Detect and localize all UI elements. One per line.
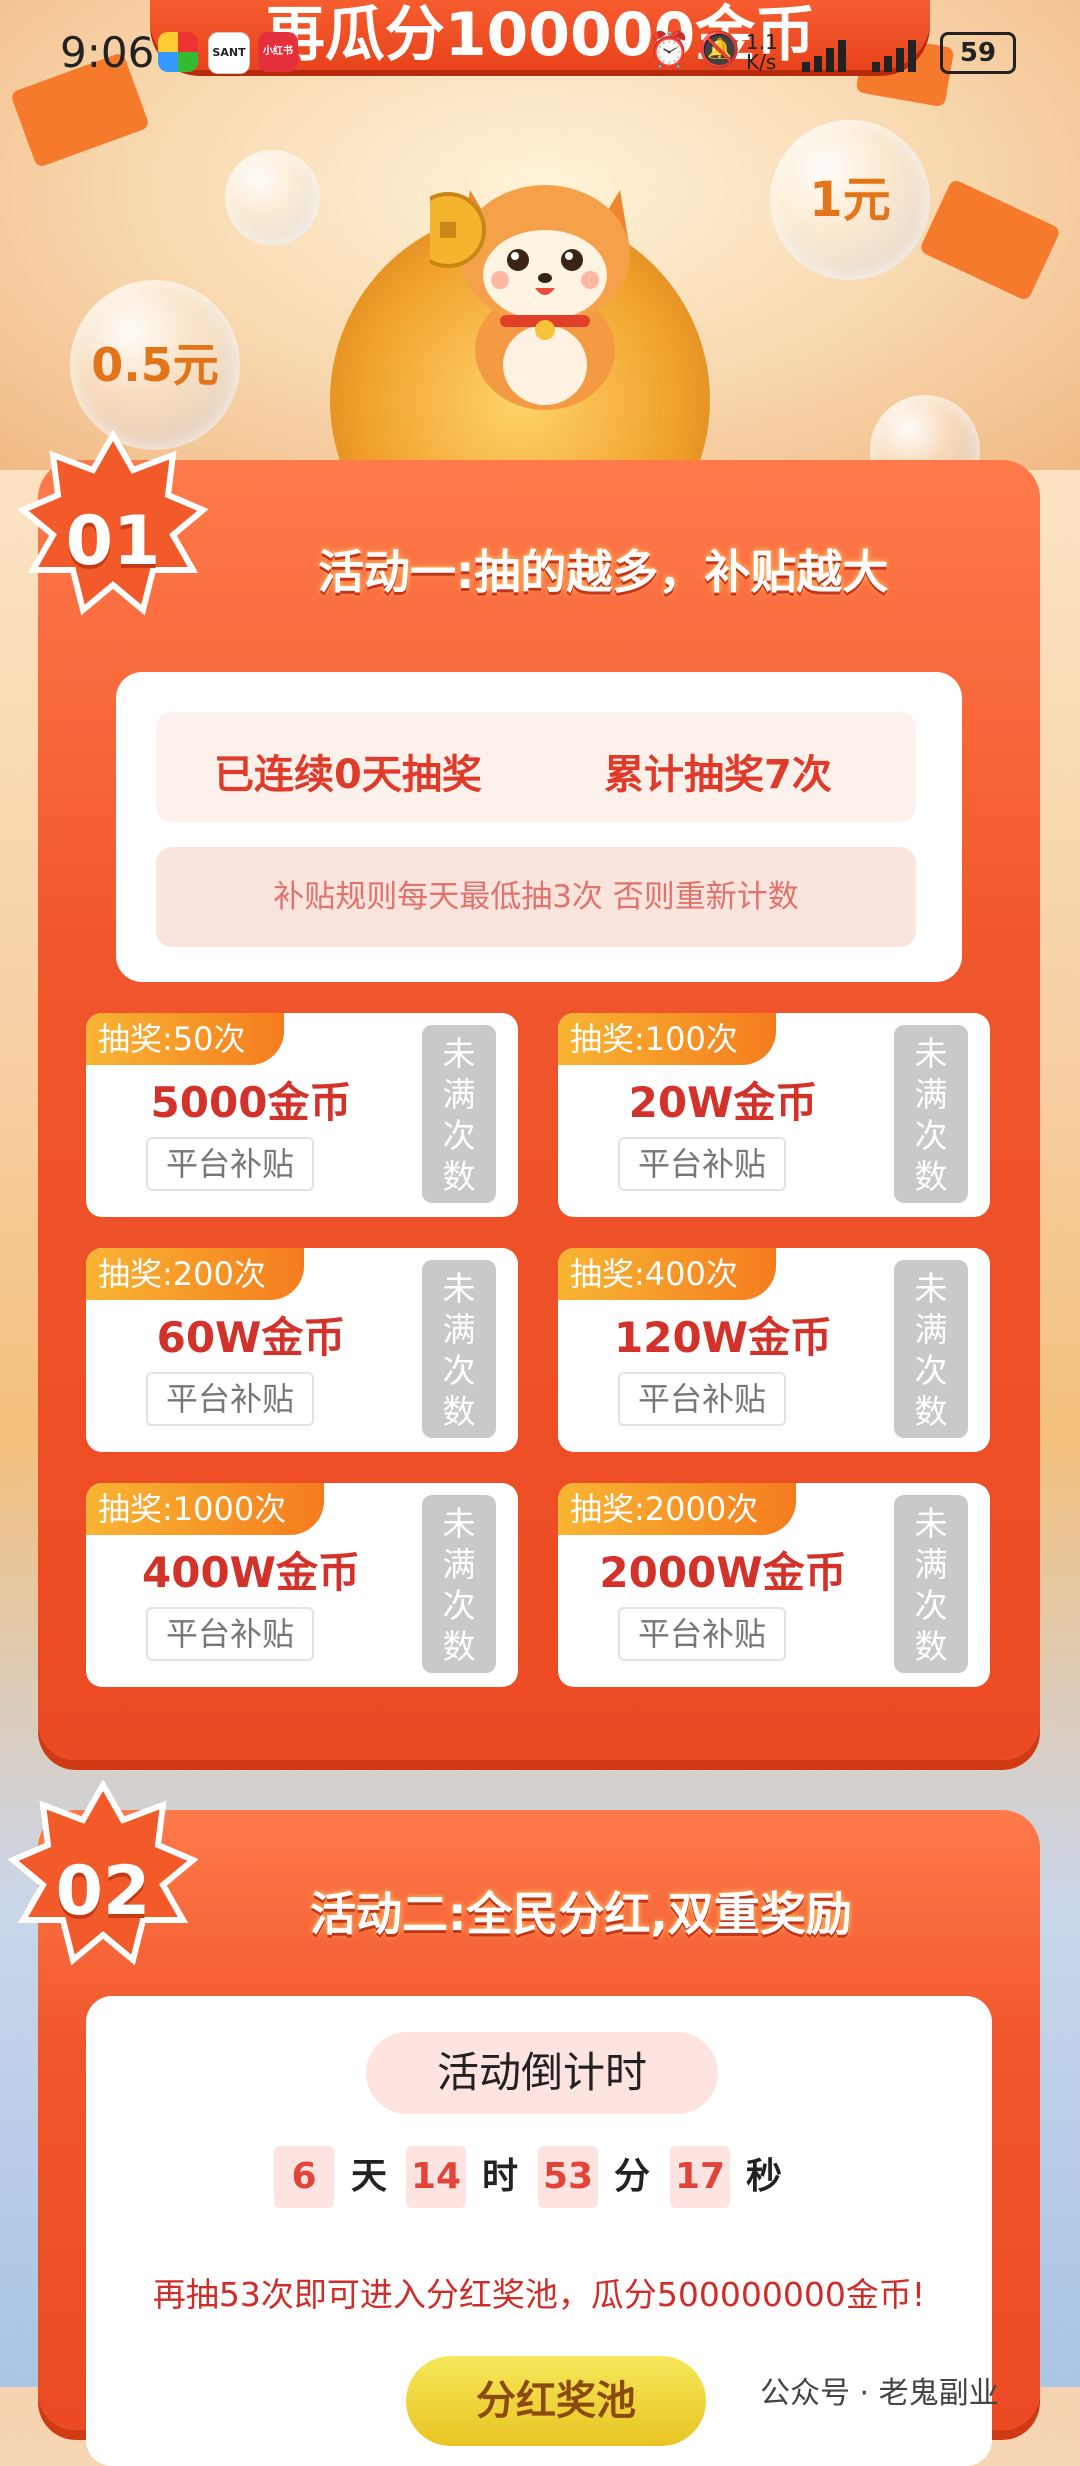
- countdown-seconds-unit: 秒: [746, 2156, 783, 2197]
- reward-tile: 抽奖:100次 20W金币 平台补贴 未满次数: [558, 1013, 990, 1217]
- claim-button-disabled[interactable]: 未满次数: [894, 1495, 968, 1673]
- countdown-title: 活动倒计时: [366, 2032, 718, 2114]
- status-time: 9:06: [60, 28, 155, 77]
- countdown-hours-unit: 时: [482, 2156, 519, 2197]
- reward-tile: 抽奖:400次 120W金币 平台补贴 未满次数: [558, 1248, 990, 1452]
- tile-reward-amount: 2000W金币: [599, 1548, 847, 1597]
- tile-subsidy-label: 平台补贴: [146, 1137, 314, 1191]
- signal-icon-2: [872, 40, 916, 72]
- xiaohongshu-app-icon: 小红书: [258, 32, 298, 72]
- status-char: 满: [914, 1075, 948, 1114]
- battery-indicator: 59: [940, 32, 1016, 74]
- status-char: 满: [442, 1310, 476, 1349]
- status-char: 数: [442, 1157, 476, 1196]
- signal-icon: [802, 40, 846, 72]
- draw-stats-panel: 已连续0天抽奖 累计抽奖7次 补贴规则每天最低抽3次 否则重新计数: [116, 672, 962, 982]
- tile-subsidy-label: 平台补贴: [618, 1372, 786, 1426]
- mascot-image: [430, 185, 630, 410]
- mute-icon: 🔕: [698, 30, 741, 70]
- status-char: 未: [914, 1269, 948, 1308]
- tile-reward-amount: 5000金币: [150, 1078, 352, 1127]
- alarm-icon: ⏰: [648, 30, 691, 70]
- status-char: 未: [442, 1034, 476, 1073]
- reward-tile: 抽奖:2000次 2000W金币 平台补贴 未满次数: [558, 1483, 990, 1687]
- sant-app-icon: SANT: [208, 32, 250, 74]
- consecutive-days-stat: 已连续0天抽奖: [214, 752, 482, 798]
- status-char: 未: [442, 1269, 476, 1308]
- status-char: 次: [914, 1586, 948, 1625]
- tile-subsidy-label: 平台补贴: [618, 1607, 786, 1661]
- reward-tile: 抽奖:200次 60W金币 平台补贴 未满次数: [86, 1248, 518, 1452]
- activity2-card: 02 活动二:全民分红,双重奖励 活动倒计时 6 天 14 时 53 分 17 …: [8, 1780, 1040, 2466]
- status-char: 未: [442, 1504, 476, 1543]
- activity2-title: 活动二:全民分红,双重奖励: [310, 1887, 852, 1941]
- countdown-days-unit: 天: [351, 2156, 388, 2197]
- tile-reward-amount: 60W金币: [156, 1313, 346, 1362]
- reward-tile: 抽奖:1000次 400W金币 平台补贴 未满次数: [86, 1483, 518, 1687]
- tile-draw-count-tag: 抽奖:100次: [558, 1013, 776, 1065]
- activity1-title: 活动一:抽的越多，补贴越大: [318, 545, 889, 599]
- status-bar: 9:06 SANT 小红书 ⏰ 🔕 1.1 K/s 59: [0, 0, 1080, 110]
- bubble-half-yuan: 0.5元: [70, 280, 240, 450]
- activity1-badge-number: 01: [65, 502, 161, 581]
- status-char: 未: [914, 1034, 948, 1073]
- status-char: 数: [914, 1157, 948, 1196]
- tile-subsidy-label: 平台补贴: [146, 1372, 314, 1426]
- countdown-minutes: 53: [538, 2146, 598, 2208]
- tile-subsidy-label: 平台补贴: [618, 1137, 786, 1191]
- network-speed: 1.1 K/s: [746, 30, 778, 74]
- tile-reward-amount: 120W金币: [614, 1313, 832, 1362]
- status-char: 数: [914, 1392, 948, 1431]
- status-char: 次: [914, 1351, 948, 1390]
- claim-button-disabled[interactable]: 未满次数: [422, 1495, 496, 1673]
- status-char: 次: [442, 1351, 476, 1390]
- stats-row: 已连续0天抽奖 累计抽奖7次: [156, 712, 916, 822]
- subsidy-rule: 补贴规则每天最低抽3次 否则重新计数: [156, 847, 916, 947]
- activity1-card: 01 活动一:抽的越多，补贴越大 已连续0天抽奖 累计抽奖7次 补贴规则每天最低…: [18, 430, 1040, 1760]
- tile-draw-count-tag: 抽奖:400次: [558, 1248, 776, 1300]
- countdown-minutes-unit: 分: [614, 2156, 651, 2197]
- claim-button-disabled[interactable]: 未满次数: [422, 1260, 496, 1438]
- status-char: 数: [914, 1627, 948, 1666]
- status-char: 数: [442, 1627, 476, 1666]
- total-draws-stat: 累计抽奖7次: [604, 752, 832, 798]
- tile-subsidy-label: 平台补贴: [146, 1607, 314, 1661]
- claim-button-disabled[interactable]: 未满次数: [894, 1025, 968, 1203]
- claim-button-disabled[interactable]: 未满次数: [894, 1260, 968, 1438]
- tile-draw-count-tag: 抽奖:200次: [86, 1248, 304, 1300]
- wechat-watermark: 公众号 · 老鬼副业: [760, 2376, 999, 2411]
- tile-reward-amount: 400W金币: [142, 1548, 360, 1597]
- countdown-seconds: 17: [670, 2146, 730, 2208]
- bubble-one-yuan: 1元: [770, 120, 930, 280]
- status-char: 满: [442, 1075, 476, 1114]
- tile-draw-count-tag: 抽奖:2000次: [558, 1483, 797, 1535]
- reward-tile: 抽奖:50次 5000金币 平台补贴 未满次数: [86, 1013, 518, 1217]
- red-envelope-decoration: [918, 178, 1062, 302]
- tile-reward-amount: 20W金币: [628, 1078, 818, 1127]
- tile-draw-count-tag: 抽奖:1000次: [86, 1483, 325, 1535]
- countdown-hours: 14: [406, 2146, 466, 2208]
- status-char: 次: [914, 1116, 948, 1155]
- status-char: 未: [914, 1504, 948, 1543]
- status-char: 次: [442, 1586, 476, 1625]
- bubble-decoration: [225, 150, 320, 245]
- bubble-decoration: [870, 395, 980, 470]
- app-notification-icon: [158, 32, 198, 72]
- claim-button-disabled[interactable]: 未满次数: [422, 1025, 496, 1203]
- status-char: 满: [914, 1310, 948, 1349]
- activity2-badge-number: 02: [55, 1852, 151, 1931]
- status-char: 满: [442, 1545, 476, 1584]
- dividend-pool-button[interactable]: 分红奖池: [406, 2356, 706, 2446]
- dividend-pool-hint: 再抽53次即可进入分红奖池，瓜分500000000金币!: [152, 2275, 926, 2314]
- tile-draw-count-tag: 抽奖:50次: [86, 1013, 284, 1065]
- status-char: 数: [442, 1392, 476, 1431]
- countdown-days: 6: [274, 2146, 334, 2208]
- status-char: 次: [442, 1116, 476, 1155]
- status-char: 满: [914, 1545, 948, 1584]
